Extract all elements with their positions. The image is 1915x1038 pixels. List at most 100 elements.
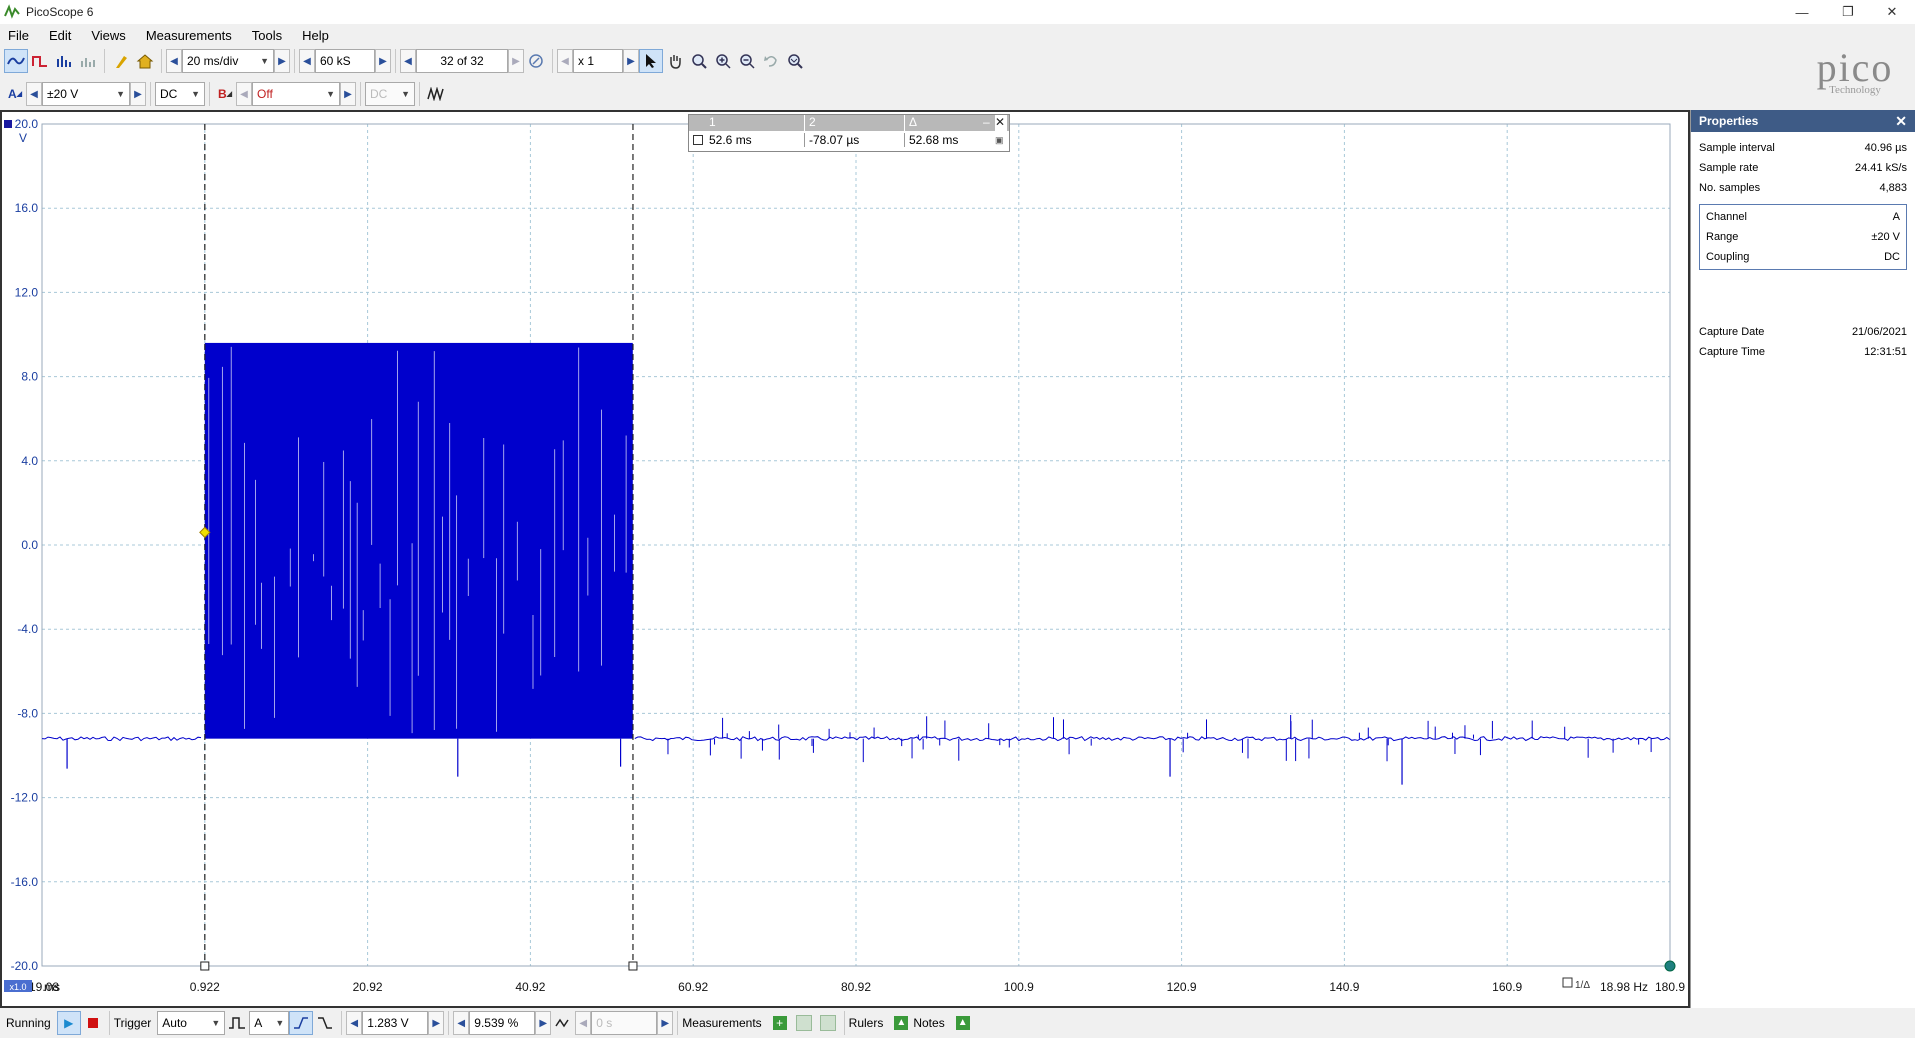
x-tick-label: 0.922 [190,980,220,994]
scope-mode-button[interactable] [4,49,28,73]
probe-icon [116,56,127,68]
buffer-prev-button[interactable]: ◀ [400,49,416,73]
buffer-overview-icon [529,54,543,68]
menu-file[interactable]: File [8,28,29,43]
samples-prev-button[interactable]: ◀ [299,49,315,73]
trigger-delay-input[interactable]: 0 s [591,1011,658,1035]
delay-prev-button[interactable]: ◀ [575,1011,592,1035]
channel-b-options-button[interactable]: B ◢ [214,82,236,106]
zoom-fit-button[interactable] [783,49,807,73]
toolbar-separator [161,49,162,73]
ruler-legend[interactable]: 1 2 Δ – ✕ 52.6 ms -78.07 µs 52.68 ms ▣ [688,114,1010,152]
trigger-source-select[interactable]: A ▼ [249,1011,290,1035]
zoom-area-button[interactable] [687,49,711,73]
scope-view[interactable]: 20.0 16.0 12.0 8.0 4.0 0.0 -4.0 -8.0 -12.0 -16.0 -… [0,110,1690,1008]
trigger-mode-select[interactable]: Auto ▼ [157,1011,226,1035]
channel-b-range-select[interactable]: Off ▼ [252,82,340,106]
logo-wordmark: pico [1816,45,1894,90]
threshold-prev-button[interactable]: ◀ [346,1011,363,1035]
samples-next-button[interactable]: ▶ [375,49,391,73]
buffer-next-button[interactable]: ▶ [508,49,524,73]
samples-value: 60 kS [320,54,351,68]
channel-a-coupling-select[interactable]: DC ▼ [155,82,205,106]
minimize-button[interactable]: — [1779,0,1825,24]
channel-a-range-next-button[interactable]: ▶ [130,82,146,106]
channel-b-range-next-button[interactable]: ▶ [340,82,356,106]
spectrum-mode-button[interactable] [52,49,76,73]
edit-measurement-button[interactable] [792,1011,816,1035]
pico-technology-logo: pico Technology [1795,48,1915,104]
home-icon [136,54,154,69]
rulers-button[interactable]: ▲ [889,1011,913,1035]
channel-a-range-select[interactable]: ±20 V ▼ [42,82,130,106]
y-tick-label: -16.0 [11,875,39,889]
trigger-threshold-input[interactable]: 1.283 V [362,1011,429,1035]
stop-button[interactable] [81,1011,105,1035]
delete-measurement-button[interactable] [816,1011,840,1035]
ruler-color-swatch [693,135,703,145]
edit-icon [795,1015,812,1031]
persistence-mode-button[interactable] [28,49,52,73]
zoom-out-button[interactable] [735,49,759,73]
oscilloscope-plot[interactable]: 20.0 16.0 12.0 8.0 4.0 0.0 -4.0 -8.0 -12.0 -16.0 -… [2,112,1688,1006]
property-value: 24.41 kS/s [1855,162,1907,174]
buffer-navigator[interactable]: 32 of 32 [416,49,508,73]
channel-b-coupling-select[interactable]: DC ▼ [365,82,415,106]
trigger-delay-button[interactable] [551,1011,575,1035]
samples-select[interactable]: 60 kS [315,49,375,73]
y-tick-label: -8.0 [17,706,38,720]
timebase-select[interactable]: 20 ms/div ▼ [182,49,274,73]
close-icon[interactable]: ✕ [995,115,1007,131]
lock-icon[interactable]: ▣ [995,135,1004,146]
undo-zoom-button[interactable] [759,49,783,73]
buffer-overview-button[interactable] [524,49,548,73]
close-button[interactable]: ✕ [1869,0,1915,24]
zoom-next-button[interactable]: ▶ [623,49,639,73]
advanced-trigger-button[interactable] [225,1011,249,1035]
math-channels-button[interactable] [424,82,448,106]
ruler-1-value: 52.6 ms [709,133,752,147]
toolbar-separator [108,1011,110,1035]
pretrigger-prev-button[interactable]: ◀ [453,1011,470,1035]
pretrigger-next-button[interactable]: ▶ [535,1011,552,1035]
pretrigger-input[interactable]: 9.539 % [469,1011,536,1035]
undo-zoom-icon [764,56,777,67]
zoom-in-button[interactable] [711,49,735,73]
trigger-position-marker [1664,960,1676,972]
close-icon[interactable]: ✕ [1895,113,1907,130]
select-tool-button[interactable] [639,49,663,73]
zoom-prev-button[interactable]: ◀ [557,49,573,73]
channel-b-range-prev-button[interactable]: ◀ [236,82,252,106]
zoom-value: x 1 [578,54,595,68]
menu-tools[interactable]: Tools [252,28,282,43]
rising-edge-button[interactable] [289,1011,314,1035]
restore-button[interactable]: ❐ [1825,0,1871,24]
menu-views[interactable]: Views [91,28,125,43]
zoom-select[interactable]: x 1 [573,49,623,73]
run-status: Running [6,1016,51,1030]
restore-icon: ❐ [1842,4,1854,19]
hand-tool-button[interactable] [663,49,687,73]
menu-help[interactable]: Help [302,28,329,43]
probe-button[interactable] [109,49,133,73]
channel-b-label: B [217,87,227,101]
timebase-prev-button[interactable]: ◀ [166,49,182,73]
toolbar-separator [419,82,420,106]
channel-a-options-button[interactable]: A ◢ [4,82,26,106]
falling-edge-button[interactable] [313,1011,337,1035]
trigger-mode-value: Auto [162,1016,187,1030]
channel-a-range-prev-button[interactable]: ◀ [26,82,42,106]
threshold-next-button[interactable]: ▶ [428,1011,445,1035]
toolbar-separator [677,1011,679,1035]
delay-next-button[interactable]: ▶ [657,1011,674,1035]
property-row: Channel A [1700,207,1906,227]
spectrum-alt-button[interactable] [76,49,100,73]
add-measurement-button[interactable]: + [768,1011,792,1035]
home-button[interactable] [133,49,157,73]
start-button[interactable]: ▶ [56,1011,81,1035]
notes-button[interactable]: ▲ [951,1011,975,1035]
menu-measurements[interactable]: Measurements [146,28,232,43]
menu-edit[interactable]: Edit [49,28,71,43]
timebase-next-button[interactable]: ▶ [274,49,290,73]
minimize-icon[interactable]: – [983,115,995,131]
